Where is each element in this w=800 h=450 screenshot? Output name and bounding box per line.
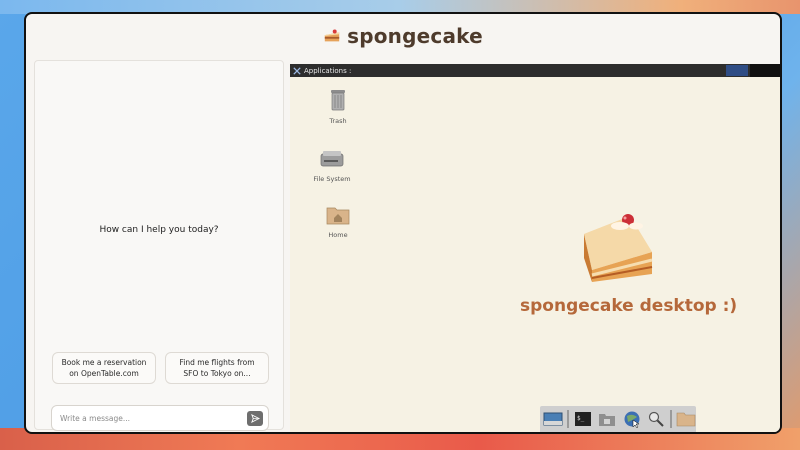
app-window: spongecake How can I help you today? Boo… [24, 12, 782, 434]
message-input[interactable] [60, 411, 235, 425]
desktop-icon [543, 412, 563, 426]
search-icon [648, 411, 664, 427]
panel-workspace-indicator[interactable] [726, 65, 748, 76]
desktop-icon-label: Trash [329, 117, 347, 125]
dock-terminal[interactable]: $_ [573, 408, 593, 430]
dock-show-desktop[interactable] [543, 408, 563, 430]
applications-label: Applications : [304, 66, 352, 75]
terminal-icon: $_ [575, 412, 592, 426]
dock-folder[interactable] [676, 408, 696, 430]
desktop-icon-trash[interactable]: Trash [308, 88, 368, 125]
home-folder-icon [326, 207, 350, 225]
cake-illustration-icon [584, 214, 653, 282]
desktop-icon-file-system[interactable]: File System [302, 148, 362, 183]
cake-logo-icon [324, 29, 340, 42]
dock-search[interactable] [646, 408, 666, 430]
desktop-icon-home[interactable]: Home [308, 204, 368, 239]
applications-menu[interactable]: Applications : [290, 67, 351, 75]
panel-clock-area [750, 64, 780, 77]
web-browser-icon [624, 411, 640, 428]
app-header: spongecake [26, 14, 780, 58]
dock-web-browser[interactable] [622, 408, 642, 430]
remote-desktop[interactable]: Applications : Trash File System Home sp… [290, 64, 780, 432]
chat-panel: How can I help you today? Book me a rese… [34, 60, 284, 431]
app-brand: spongecake [347, 24, 483, 48]
message-input-box [51, 405, 269, 431]
hard-drive-icon [320, 151, 344, 167]
xfce-logo-icon [293, 66, 301, 75]
desktop-top-panel: Applications : [290, 64, 780, 77]
suggestion-button-flights[interactable]: Find me flights from SFO to Tokyo on... [165, 352, 269, 384]
desktop-caption: spongecake desktop :) [520, 296, 738, 316]
dock-separator [669, 410, 672, 428]
suggestion-button-reservation[interactable]: Book me a reservation on OpenTable.com [52, 352, 156, 384]
folder-icon [676, 412, 696, 427]
send-icon [250, 414, 260, 423]
desktop-dock: $_ [540, 406, 696, 432]
file-manager-icon [599, 414, 616, 426]
trash-icon [331, 90, 345, 111]
desktop-icon-label: Home [328, 231, 348, 239]
send-button[interactable] [247, 411, 263, 426]
svg-text:$_: $_ [577, 415, 585, 422]
dock-separator [567, 410, 570, 428]
dock-file-manager[interactable] [597, 408, 617, 430]
chat-greeting: How can I help you today? [99, 225, 219, 235]
desktop-icon-label: File System [313, 175, 351, 183]
